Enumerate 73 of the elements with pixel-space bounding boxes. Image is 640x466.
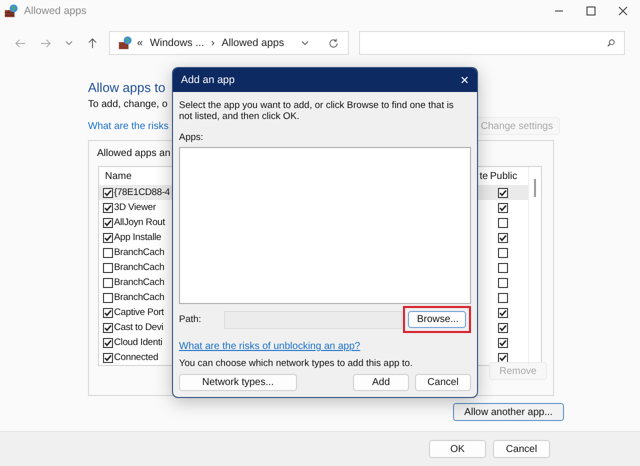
window-title: Allowed apps bbox=[24, 5, 86, 17]
checkbox[interactable] bbox=[498, 278, 508, 288]
table-cell: {78E1CD88-4 bbox=[114, 187, 170, 198]
checkbox[interactable] bbox=[498, 322, 508, 332]
table-cell: Connected bbox=[114, 352, 158, 363]
ok-button[interactable]: OK bbox=[429, 440, 486, 458]
table-cell: AllJoyn Rout bbox=[114, 217, 165, 228]
checkbox[interactable] bbox=[498, 188, 508, 198]
table-cell: BranchCach bbox=[114, 262, 164, 273]
table-cell: Cast to Devi bbox=[114, 322, 164, 333]
checkbox[interactable] bbox=[498, 292, 508, 302]
cancel-button[interactable]: Cancel bbox=[493, 440, 550, 458]
risks-link[interactable]: What are the risks bbox=[88, 120, 169, 132]
dialog-title: Add an app bbox=[181, 74, 235, 86]
page-heading: Allow apps to bbox=[88, 80, 166, 96]
checkbox[interactable] bbox=[103, 278, 113, 288]
network-types-note: You can choose which network types to add this app to. bbox=[179, 358, 414, 369]
checkbox[interactable] bbox=[498, 352, 508, 362]
refresh-icon[interactable] bbox=[328, 38, 340, 48]
checkbox[interactable] bbox=[103, 202, 113, 212]
checkbox[interactable] bbox=[103, 352, 113, 362]
table-cell: BranchCach bbox=[114, 292, 164, 303]
breadcrumb-separator: › bbox=[211, 37, 215, 49]
group-label: Allowed apps an bbox=[97, 147, 172, 161]
search-icon bbox=[607, 39, 615, 47]
table-cell: Captive Port bbox=[114, 307, 164, 318]
up-arrow-icon[interactable] bbox=[87, 38, 98, 48]
scrollbar-thumb[interactable] bbox=[534, 179, 536, 197]
risks-link[interactable]: What are the risks of unblocking an app? bbox=[179, 341, 360, 352]
checkbox[interactable] bbox=[498, 248, 508, 258]
allow-another-app-button[interactable]: Allow another app... bbox=[453, 403, 564, 421]
table-cell: BranchCach bbox=[114, 277, 164, 288]
table-cell: BranchCach bbox=[114, 247, 164, 258]
firewall-icon bbox=[4, 4, 18, 18]
path-field[interactable] bbox=[224, 310, 402, 328]
checkbox[interactable] bbox=[103, 262, 113, 272]
checkbox[interactable] bbox=[498, 308, 508, 318]
breadcrumb-chevron: « bbox=[137, 37, 143, 49]
checkbox[interactable] bbox=[103, 308, 113, 318]
search-field[interactable] bbox=[359, 31, 625, 55]
checkbox[interactable] bbox=[498, 202, 508, 212]
checkbox[interactable] bbox=[498, 232, 508, 242]
checkbox[interactable] bbox=[498, 262, 508, 272]
dialog-button[interactable]: Cancel bbox=[415, 374, 471, 391]
chevron-down-icon[interactable] bbox=[65, 39, 73, 47]
instruction-text: Select the app you want to add, or click Browse to find one that is not listed, and then click OK. bbox=[179, 100, 455, 122]
close-icon[interactable] bbox=[618, 6, 628, 16]
breadcrumb[interactable]: Allowed apps bbox=[222, 37, 284, 49]
checkbox[interactable] bbox=[103, 188, 113, 198]
maximize-icon[interactable] bbox=[586, 6, 596, 16]
path-label: Path: bbox=[179, 314, 202, 325]
table-cell: Cloud Identi bbox=[114, 337, 162, 348]
checkbox[interactable] bbox=[103, 248, 113, 258]
checkbox[interactable] bbox=[103, 292, 113, 302]
checkbox[interactable] bbox=[103, 322, 113, 332]
checkbox[interactable] bbox=[103, 232, 113, 242]
checkbox[interactable] bbox=[103, 338, 113, 348]
checkbox[interactable] bbox=[498, 218, 508, 228]
firewall-icon bbox=[118, 36, 132, 50]
chevron-down-icon[interactable] bbox=[301, 39, 310, 47]
close-button[interactable]: ✕ bbox=[460, 74, 469, 86]
checkbox[interactable] bbox=[103, 218, 113, 228]
dialog-button[interactable]: Add bbox=[353, 374, 409, 391]
network-types-button[interactable]: Network types... bbox=[179, 374, 297, 391]
table-cell: App Installe bbox=[114, 232, 162, 243]
breadcrumb[interactable]: Windows ... bbox=[150, 37, 204, 49]
address-bar[interactable]: « Windows ... › Allowed apps bbox=[109, 31, 349, 55]
description-text: To add, change, o bbox=[88, 99, 168, 111]
checkbox[interactable] bbox=[498, 338, 508, 348]
browse-button[interactable]: Browse... bbox=[408, 311, 466, 328]
table-cell: 3D Viewer bbox=[114, 202, 156, 213]
column-header[interactable]: Public bbox=[490, 170, 528, 182]
apps-label: Apps: bbox=[179, 132, 204, 143]
